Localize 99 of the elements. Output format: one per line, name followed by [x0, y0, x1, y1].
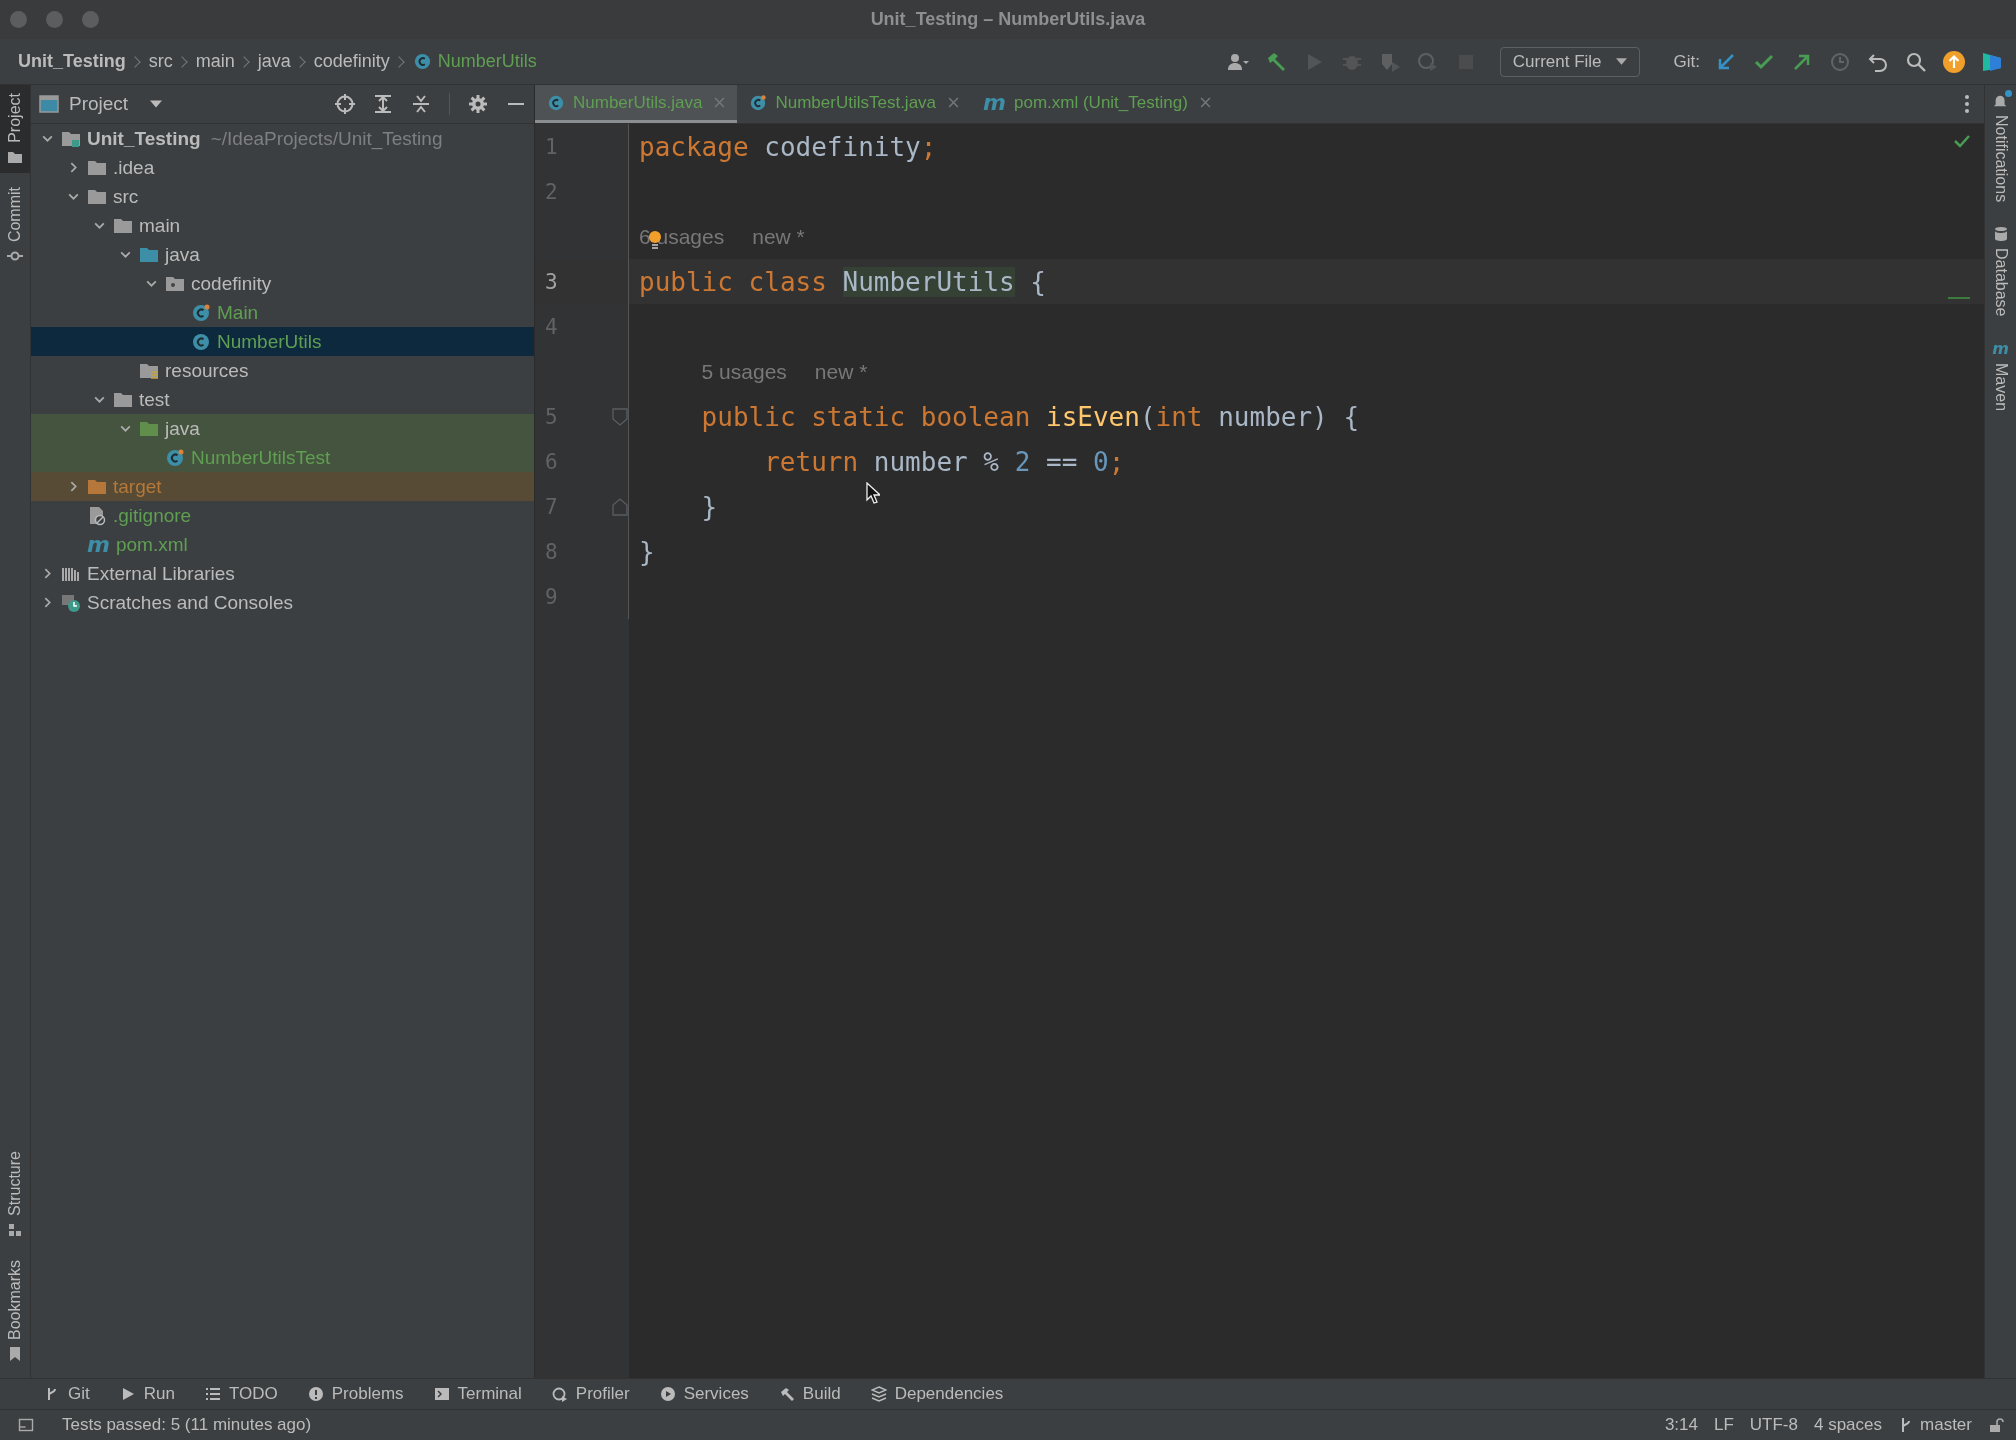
vcs-label: Git: — [1673, 51, 1700, 72]
tool-window-button[interactable]: m Maven — [1985, 340, 2016, 411]
project-path: ~/IdeaProjects/Unit_Testing — [210, 127, 443, 150]
code-line: return number % 2 == 0; — [764, 446, 1125, 477]
tree-item[interactable]: .gitignore — [113, 504, 192, 527]
maven-icon: m — [87, 533, 110, 556]
ide-update-icon[interactable] — [1942, 49, 1966, 74]
inlay-hint[interactable]: new * — [814, 359, 868, 384]
tree-item[interactable]: java — [165, 243, 200, 266]
scratch-icon — [61, 592, 81, 613]
editor-tab[interactable]: m pom.xml (Unit_Testing) — [971, 85, 1223, 123]
checkmark-icon[interactable] — [1954, 134, 1970, 148]
tool-window-button[interactable]: Database — [1985, 226, 2016, 317]
dependencies-icon — [870, 1386, 887, 1402]
tool-window-button[interactable]: Commit — [0, 178, 30, 272]
code-line: public class NumberUtils { — [639, 266, 1046, 297]
tool-window-button[interactable]: Services — [659, 1384, 749, 1404]
breadcrumb[interactable]: src — [148, 51, 173, 72]
code-line: package codefinity; — [639, 131, 937, 162]
maven-icon: m — [1992, 340, 2009, 357]
indent-setting[interactable]: 4 spaces — [1814, 1415, 1883, 1435]
status-message[interactable]: Tests passed: 5 (11 minutes ago) — [62, 1415, 312, 1435]
collapse-all-icon[interactable] — [411, 94, 431, 114]
tree-item[interactable]: Unit_Testing — [87, 127, 201, 150]
close-icon[interactable] — [1199, 97, 1211, 108]
structure-icon — [7, 1221, 23, 1238]
bell-icon — [1992, 93, 2009, 109]
services-icon — [659, 1386, 676, 1402]
breadcrumb[interactable]: Unit_Testing — [18, 51, 126, 72]
tree-item[interactable]: Scratches and Consoles — [87, 591, 293, 614]
line-number: 3 — [545, 269, 558, 294]
class-icon — [191, 331, 211, 352]
caret-position[interactable]: 3:14 — [1664, 1415, 1698, 1435]
code-line: public static boolean isEven(int number) { — [701, 401, 1360, 432]
breadcrumb[interactable]: main — [195, 51, 235, 72]
ignore-file-icon — [87, 505, 107, 526]
file-encoding[interactable]: UTF-8 — [1749, 1415, 1798, 1435]
inlay-hint[interactable]: 5 usages — [701, 359, 787, 384]
tree-item[interactable]: java — [165, 417, 200, 440]
expand-all-icon[interactable] — [373, 94, 393, 114]
fold-start-icon[interactable] — [612, 407, 628, 426]
locate-icon[interactable] — [335, 94, 355, 114]
terminal-icon — [433, 1386, 450, 1402]
unlock-icon[interactable] — [1988, 1417, 2004, 1433]
tree-item[interactable]: codefinity — [191, 272, 272, 295]
tool-window-button[interactable]: Run — [119, 1384, 175, 1404]
breadcrumb[interactable]: NumberUtils — [437, 51, 537, 72]
tool-window-button[interactable]: Terminal — [433, 1384, 522, 1404]
change-marker — [1948, 297, 1970, 299]
class-icon — [412, 52, 432, 71]
tool-window-button[interactable]: TODO — [204, 1384, 278, 1404]
tool-window-button[interactable]: Structure — [0, 1143, 30, 1246]
caret-icon — [1615, 58, 1627, 65]
tool-window-button[interactable]: Build — [778, 1384, 841, 1404]
git-branch[interactable]: master — [1920, 1415, 1972, 1435]
tool-window-button[interactable]: Notifications — [1985, 93, 2016, 203]
tool-window-button[interactable]: Git — [44, 1384, 90, 1404]
project-view-dropdown[interactable]: Project — [39, 93, 163, 115]
panel-toggle-icon[interactable] — [18, 1417, 34, 1433]
tree-item[interactable]: main — [139, 214, 181, 237]
line-separator[interactable]: LF — [1713, 1415, 1734, 1435]
close-icon[interactable] — [948, 97, 960, 108]
run-configuration-dropdown[interactable]: Current File — [1499, 46, 1640, 77]
tool-window-button[interactable]: Bookmarks — [0, 1251, 30, 1370]
breadcrumb[interactable]: codefinity — [313, 51, 390, 72]
profiler-icon — [551, 1386, 568, 1402]
settings-icon[interactable] — [468, 94, 488, 114]
tree-item[interactable]: External Libraries — [87, 562, 235, 585]
inlay-hint[interactable]: new * — [752, 224, 805, 249]
tree-item[interactable]: src — [113, 185, 139, 208]
class-icon — [191, 302, 211, 323]
caret-icon — [150, 100, 163, 108]
class-icon — [165, 447, 185, 468]
tool-window-button[interactable]: Problems — [307, 1384, 404, 1404]
editor-tab[interactable]: NumberUtilsTest.java — [737, 85, 972, 123]
tree-item[interactable]: Main — [217, 301, 259, 324]
mouse-pointer-icon — [866, 482, 880, 504]
tool-window-button[interactable]: Profiler — [551, 1384, 630, 1404]
more-icon[interactable] — [1964, 94, 1970, 114]
window-icon — [39, 95, 59, 113]
tool-window-button[interactable]: Project — [0, 85, 30, 173]
code-line: } — [701, 491, 718, 522]
maven-icon: m — [983, 91, 1006, 114]
tree-item[interactable]: pom.xml — [115, 533, 188, 556]
bookmark-icon — [7, 1346, 23, 1362]
problems-icon — [307, 1386, 324, 1402]
window-title: Unit_Testing – NumberUtils.java — [870, 9, 1146, 30]
tool-window-button[interactable]: Dependencies — [870, 1384, 1004, 1404]
code-line: } — [639, 536, 655, 567]
build-icon — [778, 1386, 795, 1402]
class-icon — [749, 93, 768, 112]
todo-icon — [204, 1386, 221, 1402]
tree-item[interactable]: resources — [165, 359, 249, 382]
breadcrumb[interactable]: java — [257, 51, 291, 72]
tree-item[interactable]: test — [139, 388, 170, 411]
database-icon — [1992, 226, 2009, 243]
tree-item[interactable]: NumberUtils — [217, 330, 322, 353]
tree-item[interactable]: .idea — [113, 156, 155, 179]
class-icon — [547, 93, 565, 112]
